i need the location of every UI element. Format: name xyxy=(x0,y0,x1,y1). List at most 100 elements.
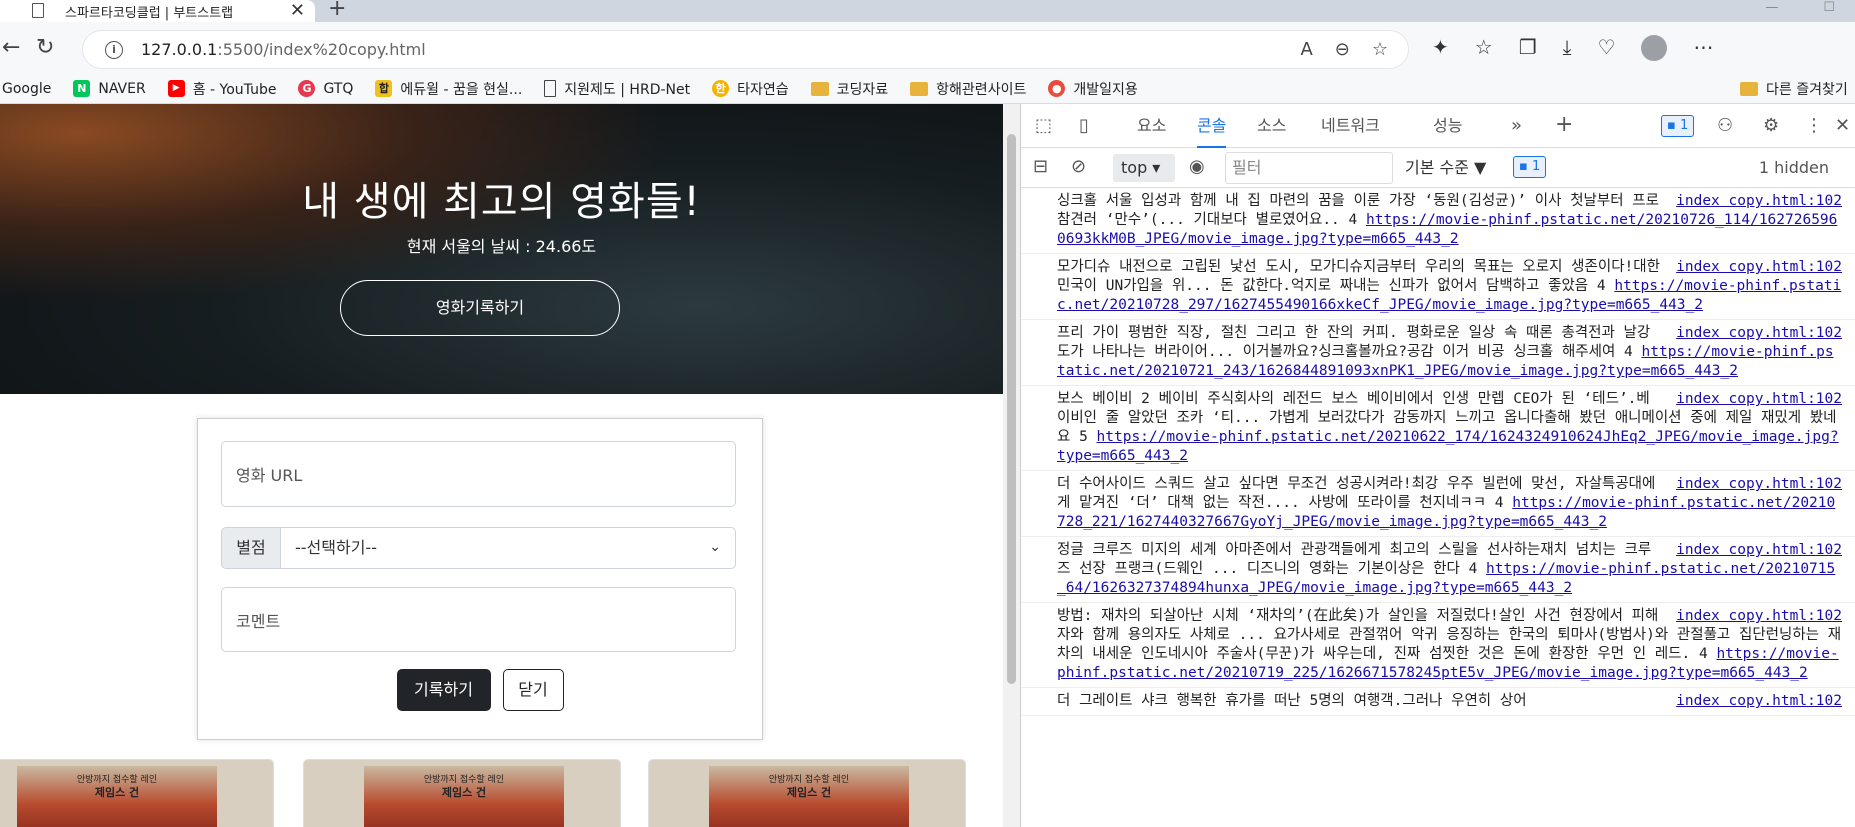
browser-tab[interactable]: 스파르타코딩클럽 | 부트스트랩 ✕ xyxy=(0,0,315,22)
save-button[interactable]: 기록하기 xyxy=(396,669,491,711)
favorite-star-icon[interactable]: ☆ xyxy=(1372,39,1388,60)
tab-console[interactable]: 콘솔 xyxy=(1197,104,1227,148)
tab-network[interactable]: 네트워크 xyxy=(1321,104,1380,148)
movie-poster: 안방까지 접수할 레인 제임스 건 xyxy=(709,766,909,827)
form-buttons: 기록하기 닫기 xyxy=(198,669,762,711)
folder-icon xyxy=(910,81,929,96)
devtools-tabs: ⬚ ▯ 요소 콘솔 소스 네트워크 성능 » + ▪ 1 ⚇ ⚙ ⋮ ✕ xyxy=(1021,104,1855,148)
source-link[interactable]: index copy.html:102 xyxy=(1676,607,1842,626)
favorites-icon[interactable]: ☆ xyxy=(1475,35,1493,61)
site-info-icon[interactable]: i xyxy=(105,40,123,59)
maximize-icon[interactable]: ☐ xyxy=(1823,0,1835,15)
comment-input[interactable]: 코멘트 xyxy=(221,587,736,652)
health-icon[interactable]: ♡ xyxy=(1597,35,1615,61)
console-message: index copy.html:102 방법: 재차의 되살아난 시체 ‘재차의’… xyxy=(1021,603,1855,688)
messages-badge[interactable]: ▪ 1 xyxy=(1513,156,1547,178)
star-select[interactable]: --선택하기-- ⌄ xyxy=(281,527,736,569)
profile-avatar[interactable] xyxy=(1641,35,1668,61)
movie-cards: 안방까지 접수할 레인 제임스 건 안방까지 접수할 레인 제임스 건 안방까지 접… xyxy=(0,759,1003,827)
console-message: index copy.html:102 모가디슈 내전으로 고립된 낯선 도시, … xyxy=(1021,254,1855,320)
read-aloud-icon[interactable]: A xyxy=(1300,39,1312,60)
scrollbar-thumb[interactable] xyxy=(1007,134,1016,684)
close-tab-icon[interactable]: ✕ xyxy=(290,0,305,21)
issues-badge[interactable]: ▪ 1 xyxy=(1661,115,1695,137)
bookmark-typing[interactable]: 한 타자연습 xyxy=(712,79,789,99)
new-tab-icon[interactable]: + xyxy=(328,0,346,21)
bookmark-devlog[interactable]: ● 개발일지용 xyxy=(1048,79,1138,99)
minimize-icon[interactable]: — xyxy=(1765,0,1778,15)
console-message: index copy.html:102 정글 크루즈 미지의 세계 아마존에서 관… xyxy=(1021,537,1855,603)
refresh-icon[interactable]: ↻ xyxy=(36,35,54,60)
log-levels-select[interactable]: 기본 수준 ▼ xyxy=(1405,148,1486,188)
inspect-icon[interactable]: ⬚ xyxy=(1035,115,1052,136)
eduwill-icon: 합 xyxy=(375,80,393,97)
context-select[interactable]: top ▾ xyxy=(1113,154,1175,182)
collections-icon[interactable]: ❐ xyxy=(1519,35,1537,61)
youtube-icon: ▶ xyxy=(167,80,185,97)
console-filter-input[interactable]: 필터 xyxy=(1225,152,1393,184)
page-scrollbar[interactable] xyxy=(1003,104,1020,827)
source-link[interactable]: index copy.html:102 xyxy=(1676,324,1842,343)
tab-sources[interactable]: 소스 xyxy=(1257,104,1286,148)
hero-banner: 내 생에 최고의 영화들! 현재 서울의 날씨 : 24.66도 영화기록하기 xyxy=(0,104,1003,394)
kebab-menu-icon[interactable]: ⋮ xyxy=(1805,115,1823,136)
console-output: index copy.html:102 싱크홀 서울 입성과 함께 내 집 마련의… xyxy=(1021,188,1855,827)
tab-elements[interactable]: 요소 xyxy=(1137,104,1166,148)
bookmark-other[interactable]: 다른 즐겨찾기 xyxy=(1740,79,1848,99)
sidebar-toggle-icon[interactable]: ⊟ xyxy=(1033,156,1048,177)
chevron-down-icon: ⌄ xyxy=(709,539,721,555)
browser-tabbar: 스파르타코딩클럽 | 부트스트랩 ✕ + — ☐ xyxy=(0,0,1855,22)
bookmark-folder-coding[interactable]: 코딩자료 xyxy=(810,79,888,99)
close-button[interactable]: 닫기 xyxy=(502,669,564,711)
movie-card[interactable]: 안방까지 접수할 레인 제임스 건 xyxy=(648,759,966,827)
tab-performance[interactable]: 성능 xyxy=(1433,104,1462,148)
extensions-icon[interactable]: ✦ xyxy=(1432,35,1449,61)
folder-icon xyxy=(810,81,829,96)
more-menu-icon[interactable]: ⋯ xyxy=(1693,35,1713,61)
add-tab-icon[interactable]: + xyxy=(1555,112,1573,137)
console-message: index copy.html:102 싱크홀 서울 입성과 함께 내 집 마련의… xyxy=(1021,188,1855,254)
url-link[interactable]: https://movie-phinf.pstatic.net/20210622… xyxy=(1057,429,1839,464)
bookmark-hrdnet[interactable]: 지원제도 | HRD-Net xyxy=(544,79,690,99)
zoom-icon[interactable]: ⊖ xyxy=(1335,39,1350,60)
record-movie-button[interactable]: 영화기록하기 xyxy=(340,280,620,336)
url-text: 127.0.0.1:5500/index%20copy.html xyxy=(141,40,426,59)
source-link[interactable]: index copy.html:102 xyxy=(1676,258,1842,277)
source-link[interactable]: index copy.html:102 xyxy=(1676,390,1842,409)
more-tabs-icon[interactable]: » xyxy=(1511,115,1522,136)
settings-gear-icon[interactable]: ⚙ xyxy=(1763,115,1779,136)
hidden-count: 1 hidden xyxy=(1758,158,1829,177)
download-icon[interactable]: ⤓ xyxy=(1563,35,1572,61)
clear-console-icon[interactable]: ⊘ xyxy=(1071,156,1086,177)
bookmark-google[interactable]: Google xyxy=(2,81,51,97)
source-link[interactable]: index copy.html:102 xyxy=(1676,541,1842,560)
back-icon[interactable]: ← xyxy=(2,35,20,60)
source-link[interactable]: index copy.html:102 xyxy=(1676,192,1842,211)
weather-text: 현재 서울의 날씨 : 24.66도 xyxy=(406,237,597,256)
page-title: 내 생에 최고의 영화들! xyxy=(302,179,701,225)
source-link[interactable]: index copy.html:102 xyxy=(1676,475,1842,494)
bookmarks-bar: Google N NAVER ▶ 홈 - YouTube G GTQ 합 에듀윌 - 꿈… xyxy=(0,74,1855,104)
movie-poster: 안방까지 접수할 레인 제임스 건 xyxy=(17,766,217,827)
bookmark-eduwill[interactable]: 합 에듀윌 - 꿈을 현실... xyxy=(375,79,522,99)
movie-card[interactable]: 안방까지 접수할 레인 제임스 건 xyxy=(303,759,621,827)
source-link[interactable]: index copy.html:102 xyxy=(1676,692,1842,711)
document-icon xyxy=(32,3,44,18)
toolbar-icons: ✦ ☆ ❐ ⤓ ♡ ⋯ xyxy=(1432,35,1713,61)
bookmark-youtube[interactable]: ▶ 홈 - YouTube xyxy=(167,79,276,99)
bookmark-naver[interactable]: N NAVER xyxy=(73,80,146,97)
movie-url-input[interactable]: 영화 URL xyxy=(221,441,736,507)
connect-icon[interactable]: ⚇ xyxy=(1717,115,1733,136)
bookmark-gtq[interactable]: G GTQ xyxy=(298,80,353,97)
address-bar[interactable]: i 127.0.0.1:5500/index%20copy.html A ⊖ ☆ xyxy=(83,31,1408,68)
device-toggle-icon[interactable]: ▯ xyxy=(1079,115,1089,136)
close-devtools-icon[interactable]: ✕ xyxy=(1835,115,1850,136)
star-select-group: 별점 --선택하기-- ⌄ xyxy=(221,527,736,569)
movie-card[interactable]: 안방까지 접수할 레인 제임스 건 xyxy=(0,759,274,827)
console-toolbar: ⊟ ⊘ top ▾ ◉ 필터 기본 수준 ▼ ▪ 1 1 hidden xyxy=(1021,148,1855,188)
browser-toolbar: ← ↻ i 127.0.0.1:5500/index%20copy.html A… xyxy=(0,22,1855,74)
console-message: index copy.html:102 더 그레이트 샤크 행복한 휴가를 떠난 … xyxy=(1021,688,1855,716)
console-message: index copy.html:102 프리 가이 평범한 직장, 절친 그리고 … xyxy=(1021,320,1855,386)
bookmark-folder-hanghae[interactable]: 항해관련사이트 xyxy=(910,79,1026,99)
eye-icon[interactable]: ◉ xyxy=(1189,156,1205,177)
